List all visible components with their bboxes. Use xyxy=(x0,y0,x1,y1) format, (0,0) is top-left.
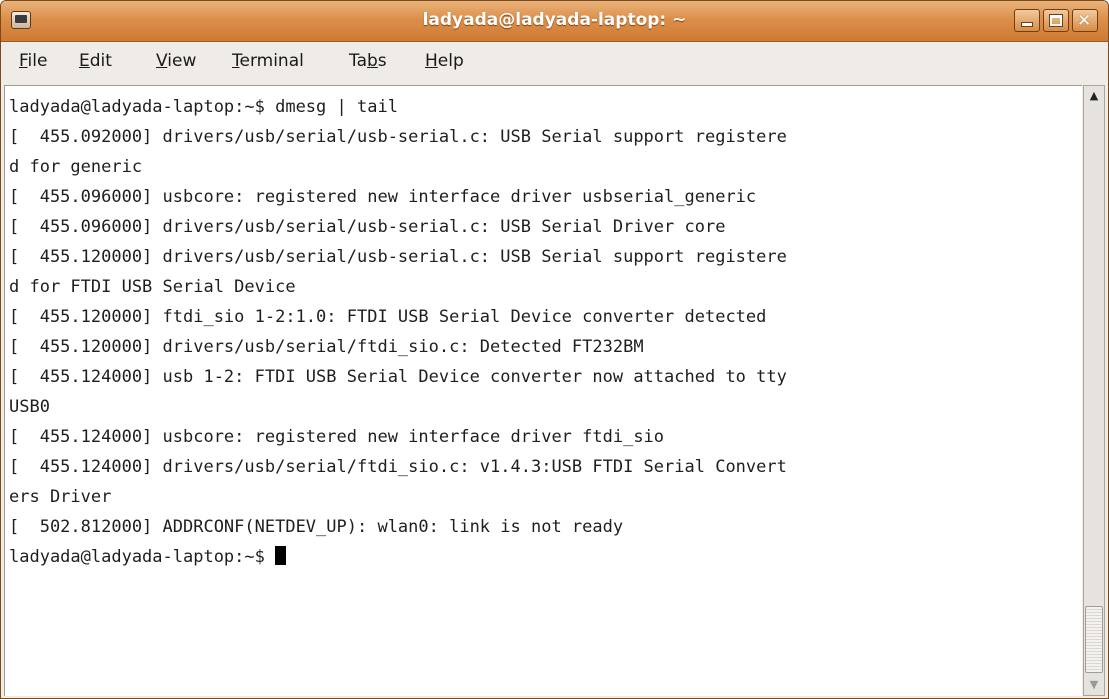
menu-edit[interactable]: Edit xyxy=(79,51,112,71)
title-bar[interactable]: ladyada@ladyada-laptop: ~ ✕ xyxy=(1,1,1108,42)
scroll-up-arrow-icon[interactable]: ▲ xyxy=(1085,87,1103,105)
terminal-line: [ 455.120000] drivers/usb/serial/usb-ser… xyxy=(9,247,787,267)
text-cursor xyxy=(275,546,287,565)
close-button[interactable]: ✕ xyxy=(1072,9,1098,32)
vertical-scrollbar[interactable]: ▲ ▼ xyxy=(1083,85,1105,696)
minimize-icon xyxy=(1022,23,1032,26)
prompt-text: ladyada@ladyada-laptop:~$ xyxy=(9,547,276,567)
terminal-prompt-line[interactable]: ladyada@ladyada-laptop:~$ xyxy=(9,546,287,569)
terminal-line: [ 455.124000] drivers/usb/serial/ftdi_si… xyxy=(9,457,787,477)
menu-help[interactable]: Help xyxy=(425,51,464,71)
window-title: ladyada@ladyada-laptop: ~ xyxy=(422,10,687,30)
close-icon: ✕ xyxy=(1077,11,1092,31)
terminal-line: [ 455.120000] ftdi_sio 1-2:1.0: FTDI USB… xyxy=(9,307,767,327)
terminal-line: [ 455.096000] drivers/usb/serial/usb-ser… xyxy=(9,217,726,237)
menu-terminal[interactable]: Terminal xyxy=(232,51,304,71)
menu-bar: File Edit View Terminal Tabs Help xyxy=(1,42,1108,80)
terminal-line: USB0 xyxy=(9,397,50,417)
terminal-line: [ 502.812000] ADDRCONF(NETDEV_UP): wlan0… xyxy=(9,517,624,537)
terminal-line: [ 455.120000] drivers/usb/serial/ftdi_si… xyxy=(9,337,644,357)
terminal-line: [ 455.096000] usbcore: registered new in… xyxy=(9,187,757,207)
minimize-button[interactable] xyxy=(1014,9,1040,32)
scrollbar-thumb[interactable] xyxy=(1085,606,1103,673)
terminal-line: ers Driver xyxy=(9,487,112,507)
terminal-line: [ 455.124000] usb 1-2: FTDI USB Serial D… xyxy=(9,367,787,387)
terminal-line: d for generic xyxy=(9,157,143,177)
menu-tabs[interactable]: Tabs xyxy=(349,51,387,71)
terminal-line: d for FTDI USB Serial Device xyxy=(9,277,296,297)
terminal-line: [ 455.092000] drivers/usb/serial/usb-ser… xyxy=(9,127,787,147)
terminal-output[interactable]: ladyada@ladyada-laptop:~$ dmesg | tail [… xyxy=(4,85,1082,696)
menu-file[interactable]: File xyxy=(19,51,47,71)
maximize-button[interactable] xyxy=(1043,9,1069,32)
terminal-line: [ 455.124000] usbcore: registered new in… xyxy=(9,427,665,447)
terminal-line: ladyada@ladyada-laptop:~$ dmesg | tail xyxy=(9,97,398,117)
maximize-icon xyxy=(1049,14,1063,27)
menu-view[interactable]: View xyxy=(156,51,196,71)
scroll-down-arrow-icon[interactable]: ▼ xyxy=(1085,676,1103,694)
terminal-window: ladyada@ladyada-laptop: ~ ✕ File Edit Vi… xyxy=(0,0,1109,699)
